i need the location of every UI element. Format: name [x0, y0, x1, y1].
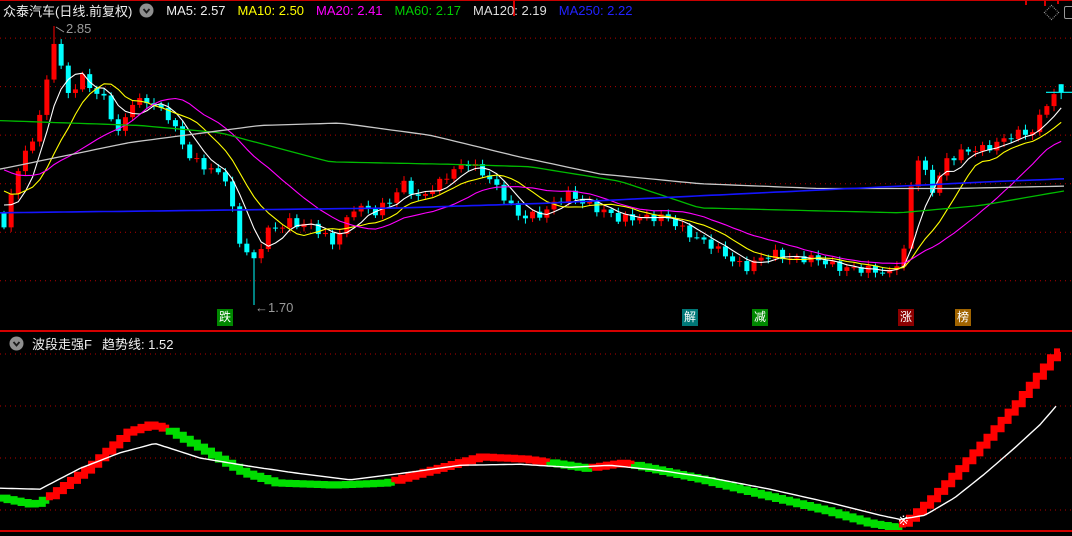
- collapse-main-chart-icon[interactable]: [139, 3, 154, 18]
- diamond-icon[interactable]: [1043, 4, 1060, 21]
- stock-app-window: 众泰汽车(日线.前复权) MA5: 2.57 MA10: 2.50 MA20: …: [0, 0, 1072, 536]
- indicator-title: 波段走强F: [32, 336, 92, 352]
- collapse-sub-chart-icon[interactable]: [9, 336, 24, 351]
- square-icon[interactable]: [1064, 6, 1072, 19]
- high-price-annotation: 2.85: [66, 21, 92, 36]
- turn-signal-marker: ※: [898, 513, 909, 529]
- stock-title: 众泰汽车(日线.前复权): [3, 3, 133, 19]
- ma250-legend: MA250: 2.22: [558, 2, 633, 18]
- marker-jie: 解: [682, 309, 698, 326]
- ma20-legend: MA20: 2.41: [316, 2, 383, 18]
- low-price-annotation: ←1.70: [255, 300, 294, 315]
- marker-bang: 榜: [955, 309, 971, 326]
- main-candlestick-chart[interactable]: [0, 20, 1072, 331]
- corner-tools: [1043, 4, 1072, 21]
- marker-jian: 减: [752, 309, 768, 326]
- ma120-legend: MA120: 2.19: [473, 2, 547, 18]
- top-axis-tick: [1057, 0, 1059, 4]
- bottom-border: [0, 530, 1072, 532]
- ma5-legend: MA5: 2.57: [166, 2, 226, 18]
- ma10-legend: MA10: 2.50: [237, 2, 305, 18]
- marker-die: 跌: [217, 309, 233, 326]
- marker-zhang: 涨: [898, 309, 914, 326]
- trend-line-value: 趋势线: 1.52: [101, 336, 174, 352]
- panel-separator[interactable]: [0, 330, 1072, 332]
- main-header: 众泰汽车(日线.前复权) MA5: 2.57 MA10: 2.50 MA20: …: [0, 0, 632, 20]
- sub-header: 波段走强F 趋势线: 1.52: [0, 333, 173, 353]
- sub-indicator-chart[interactable]: [0, 333, 1072, 531]
- top-axis-tick: [1025, 0, 1027, 5]
- ma60-legend: MA60: 2.17: [394, 2, 462, 18]
